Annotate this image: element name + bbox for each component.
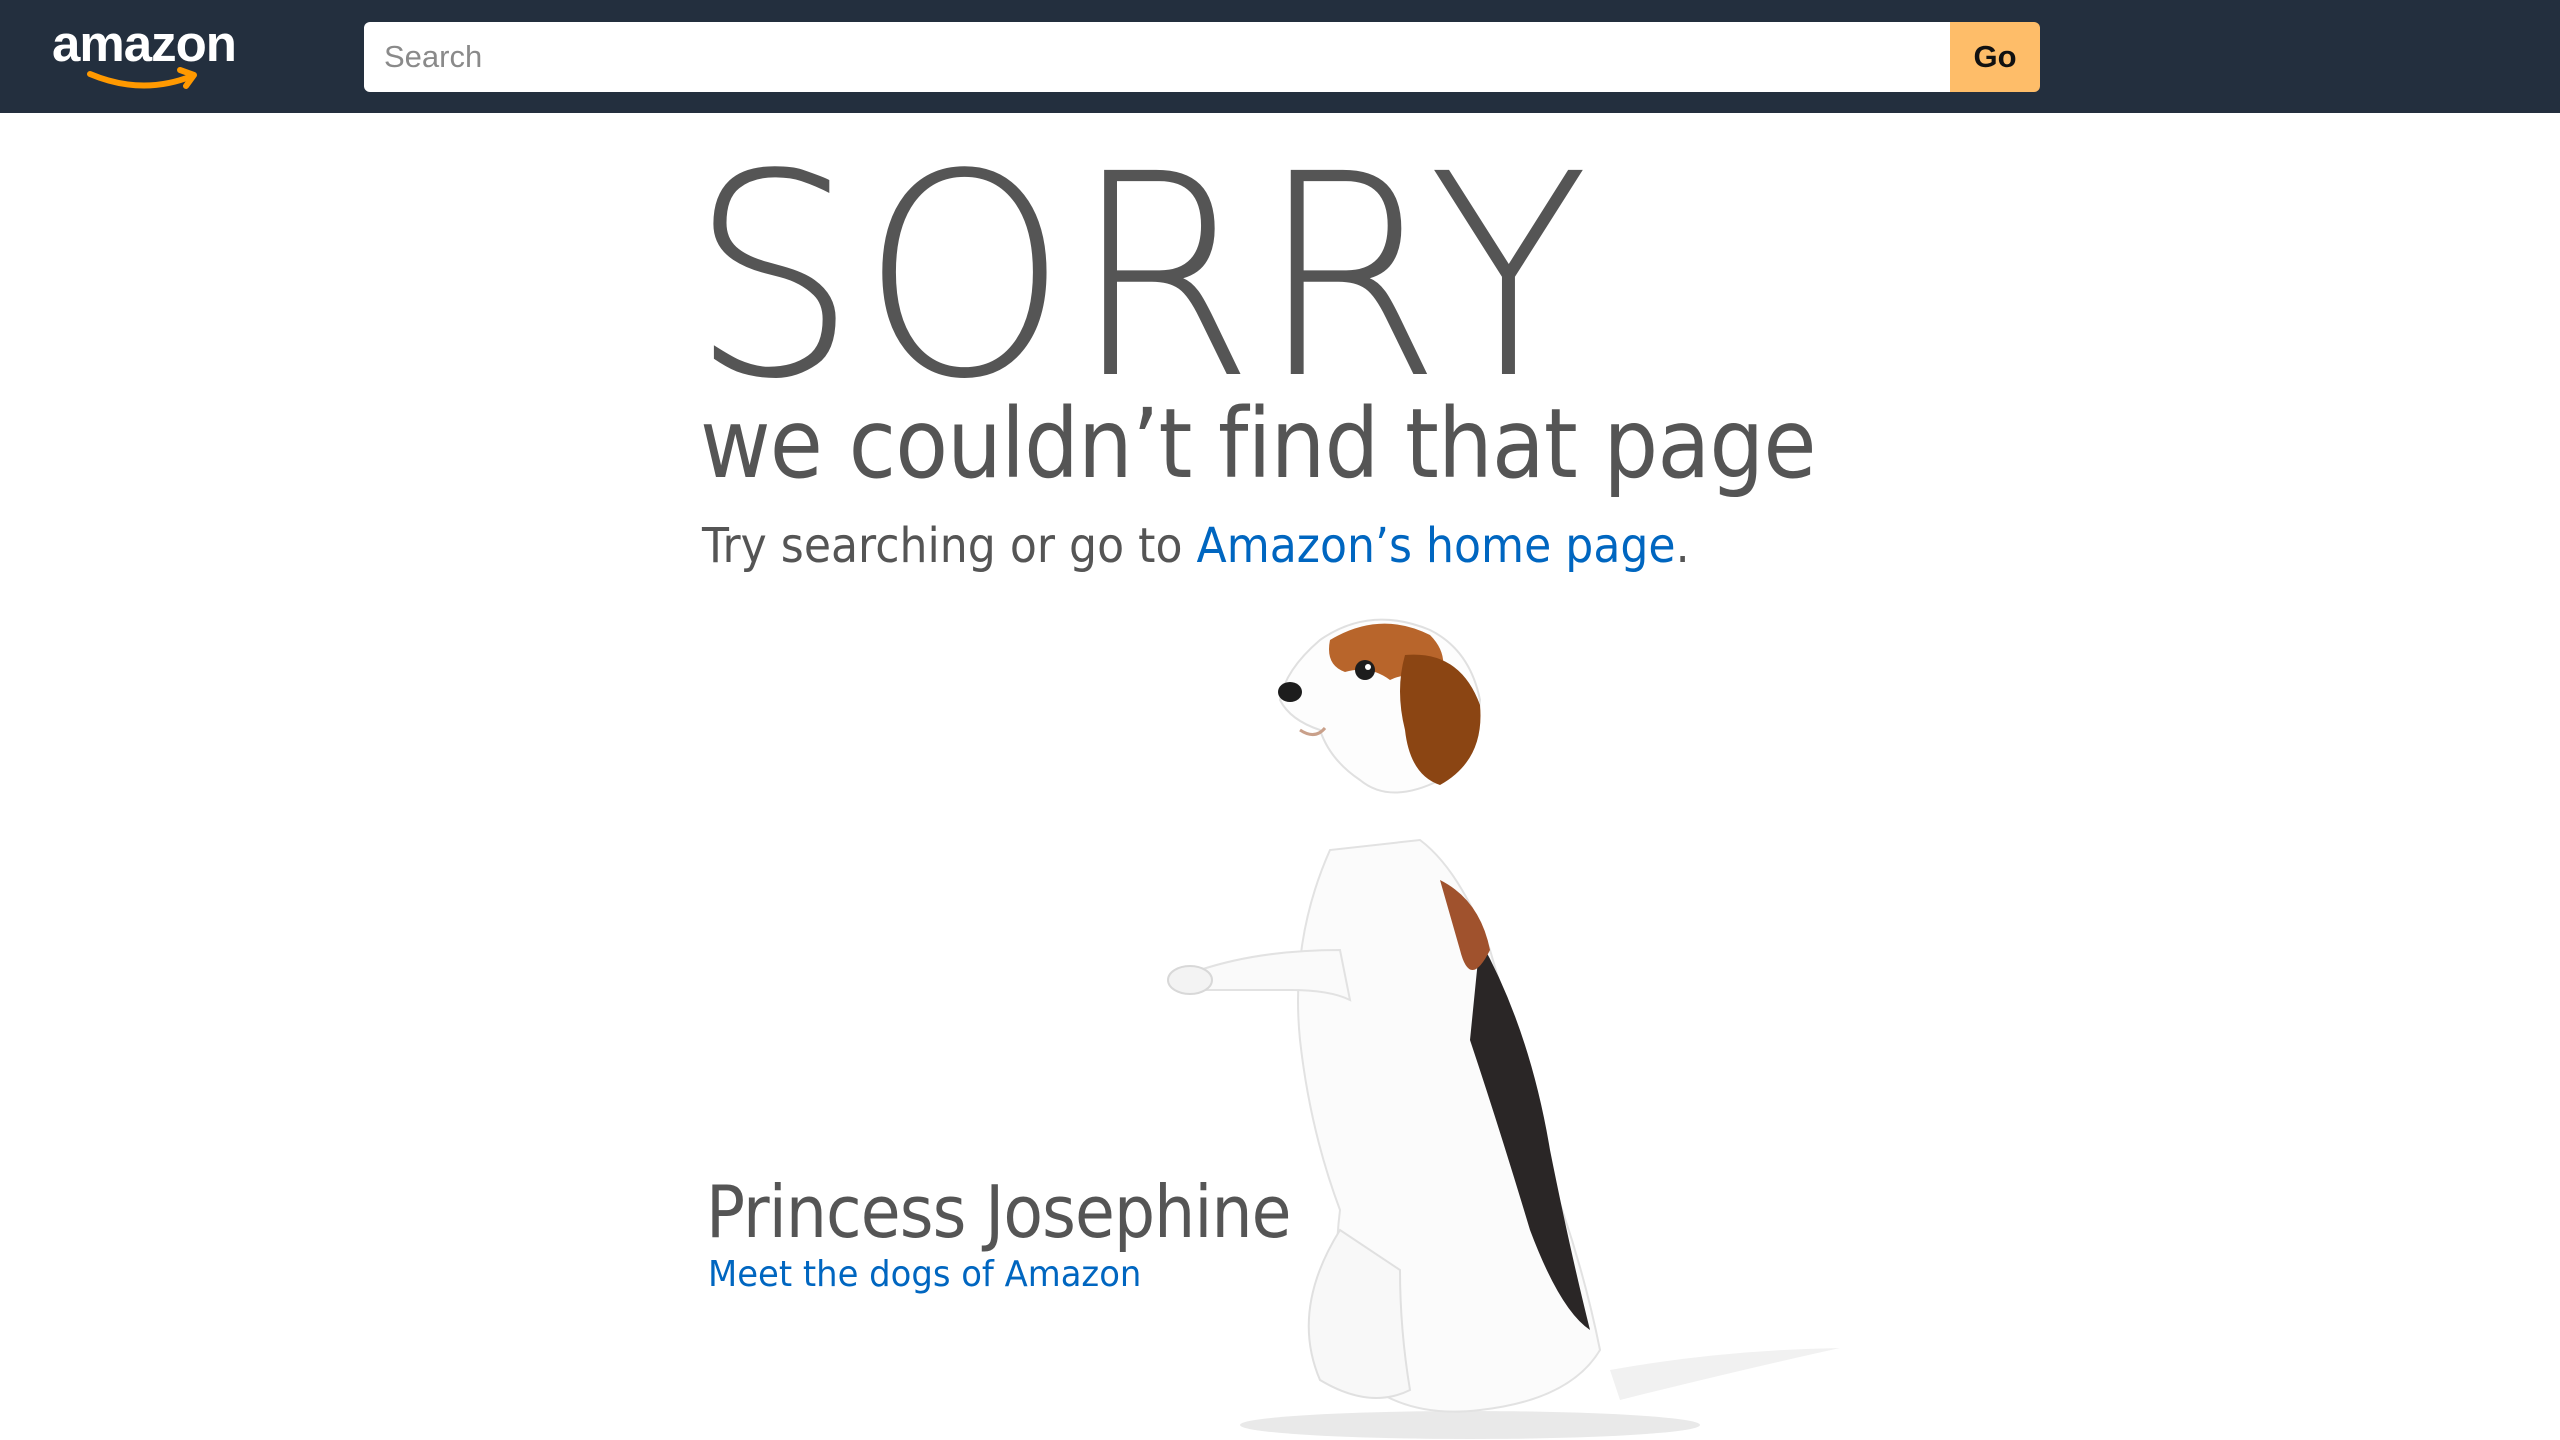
- meet-the-dogs-link[interactable]: Meet the dogs of Amazon: [708, 1254, 1141, 1295]
- search-input[interactable]: [364, 22, 1950, 92]
- dog-name: Princess Josephine: [706, 1170, 1291, 1254]
- top-nav-bar: amazon Go: [0, 0, 2560, 113]
- amazon-logo[interactable]: amazon: [52, 14, 252, 94]
- home-page-link[interactable]: Amazon’s home page: [1197, 518, 1676, 574]
- try-searching-text: Try searching or go to Amazon’s home pag…: [702, 518, 1690, 574]
- search-bar: Go: [364, 22, 2040, 92]
- beagle-dog-image: [1167, 618, 1840, 1439]
- go-button[interactable]: Go: [1950, 22, 2040, 92]
- smile-arrow-icon: [87, 67, 197, 89]
- not-found-subtitle: we couldn’t find that page: [700, 388, 1817, 500]
- sorry-headline: SORRY: [690, 115, 1593, 441]
- try-prefix: Try searching or go to: [702, 518, 1197, 574]
- try-suffix: .: [1675, 518, 1690, 574]
